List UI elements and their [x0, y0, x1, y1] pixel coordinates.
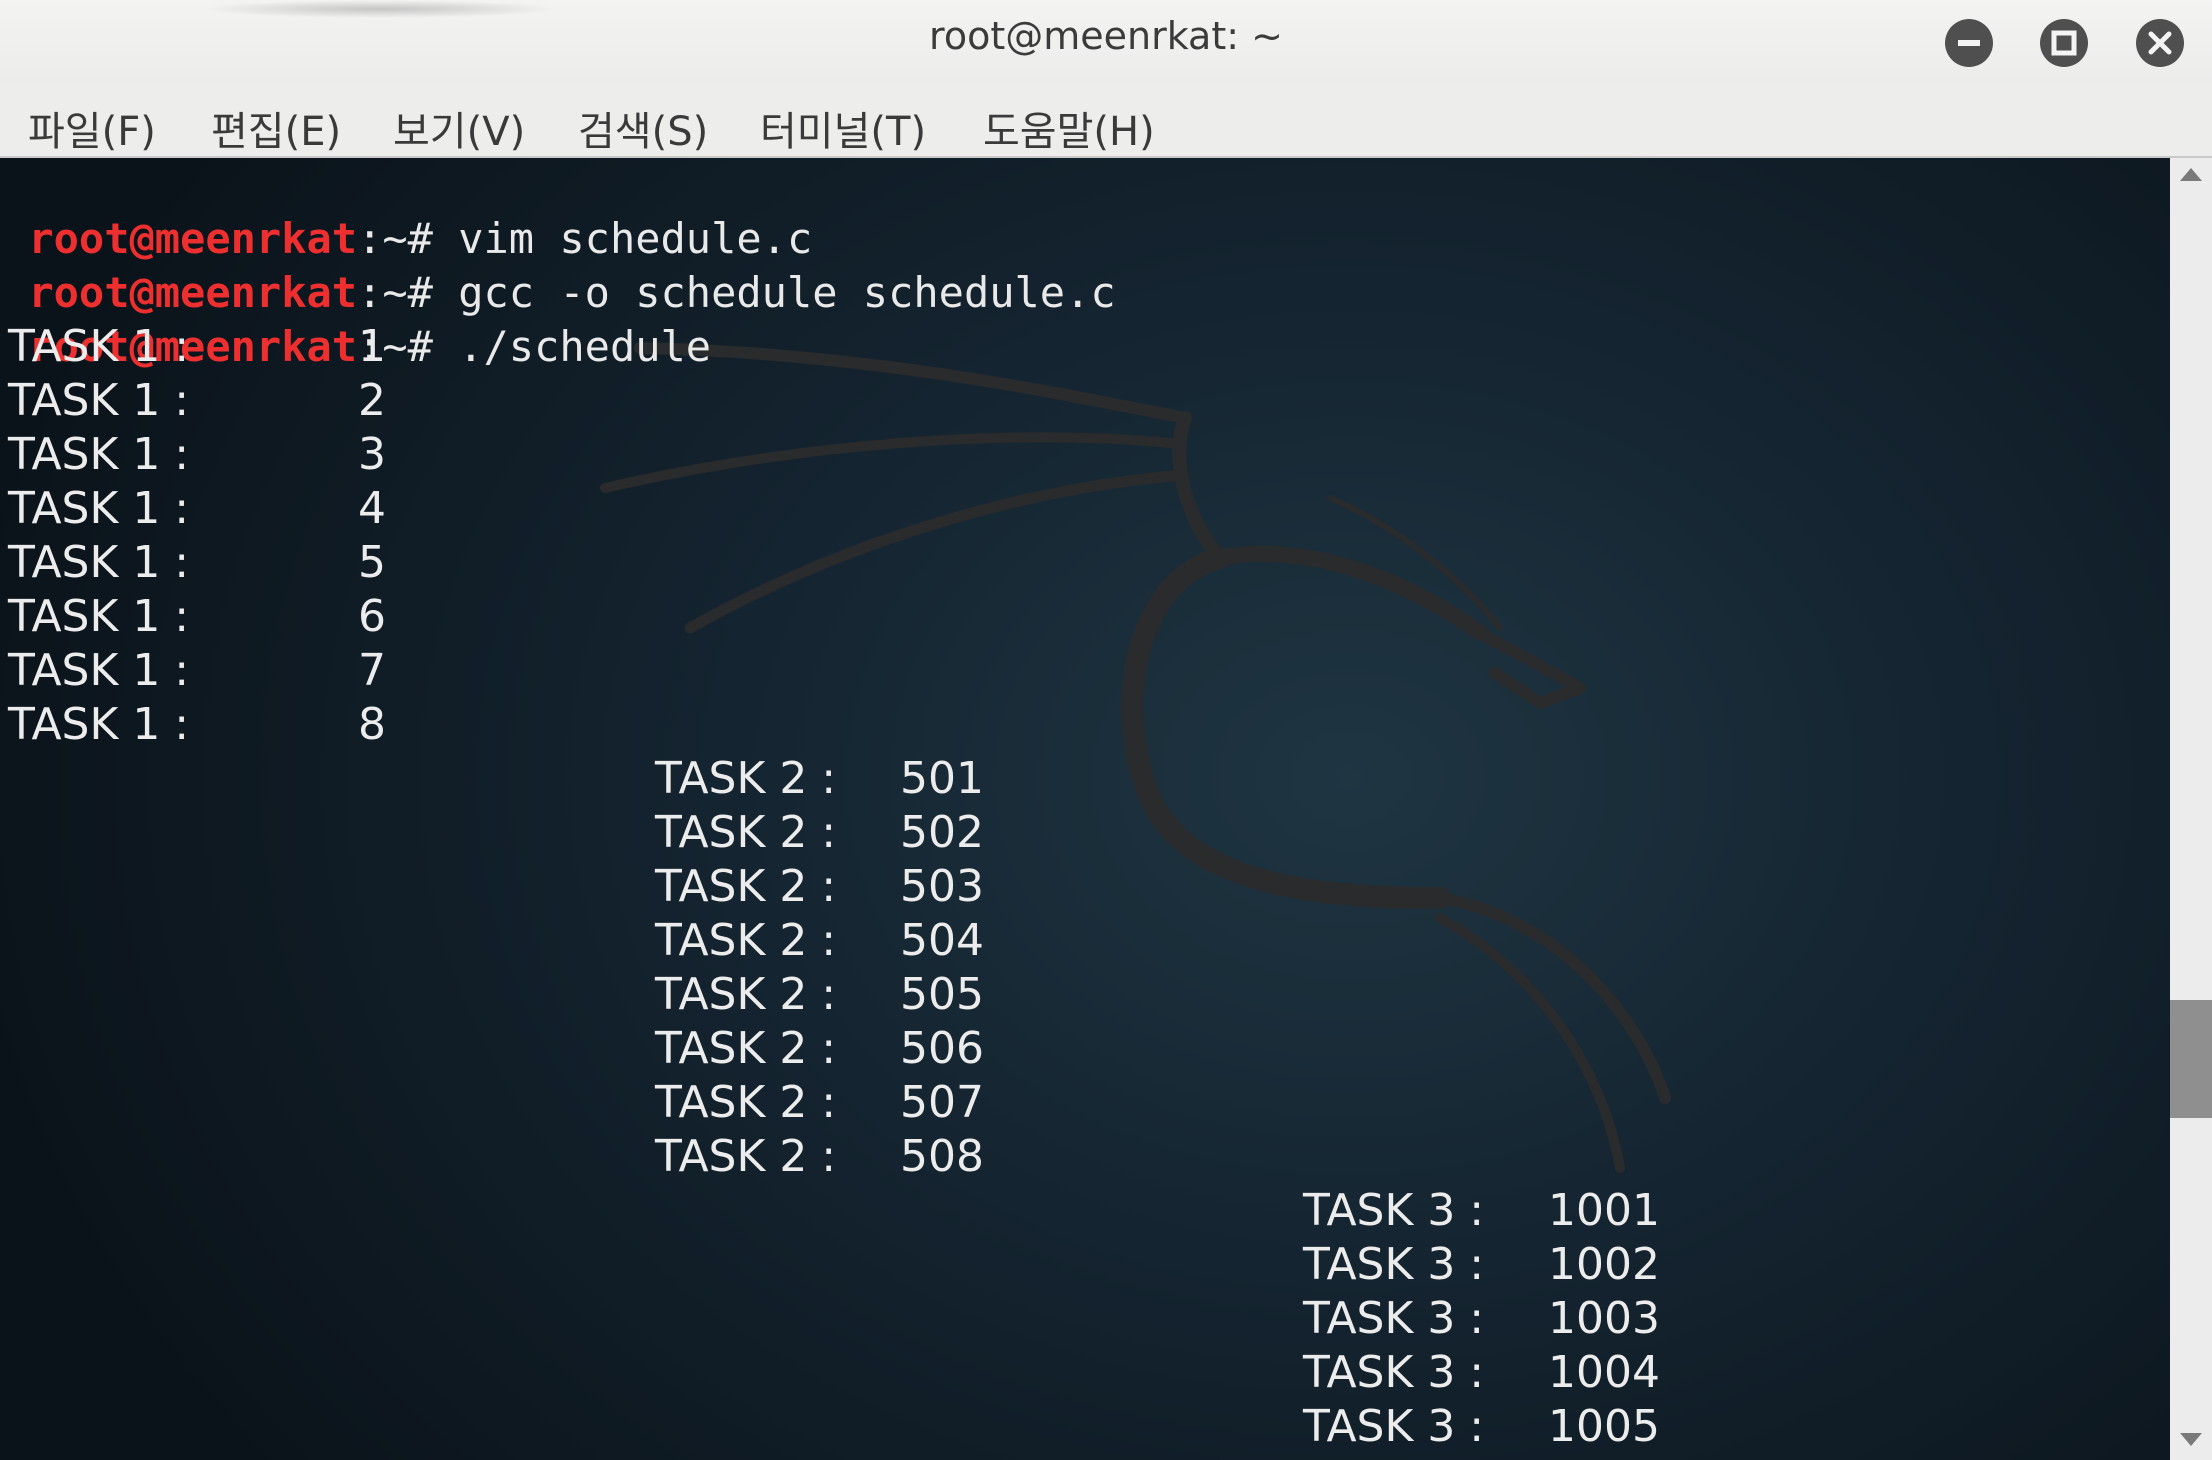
task-value: 503 [900, 861, 984, 912]
task-value: 1001 [1548, 1185, 1660, 1236]
task-label: TASK 2 : [655, 807, 837, 858]
menu-terminal[interactable]: 터미널(T) [760, 99, 926, 157]
menu-bar: 파일(F) 편집(E) 보기(V) 검색(S) 터미널(T) 도움말(H) [0, 85, 2212, 158]
task-label: TASK 3 : [1303, 1401, 1485, 1452]
task-value: 1002 [1548, 1239, 1660, 1290]
maximize-button[interactable] [2040, 19, 2088, 67]
task-label: TASK 3 : [1303, 1239, 1485, 1290]
task-label: TASK 3 : [1303, 1347, 1485, 1398]
window-titlebar[interactable]: root@meenrkat: ~ [0, 0, 2212, 85]
terminal-output[interactable]: root@meenrkat:~# vim schedule.c root@mee… [0, 158, 2170, 1460]
task-value: 507 [900, 1077, 984, 1128]
task-value: 2 [358, 375, 386, 426]
task-value: 506 [900, 1023, 984, 1074]
task-value: 8 [358, 699, 386, 750]
task-label: TASK 1 : [8, 375, 190, 426]
task-label: TASK 1 : [8, 591, 190, 642]
task-label: TASK 1 : [8, 483, 190, 534]
task-label: TASK 1 : [8, 429, 190, 480]
close-icon [2148, 31, 2172, 55]
task-value: 5 [358, 537, 386, 588]
command-text: ./schedule [432, 322, 712, 371]
task-value: 3 [358, 429, 386, 480]
task-label: TASK 1 : [8, 645, 190, 696]
task-value: 6 [358, 591, 386, 642]
task-label: TASK 2 : [655, 1023, 837, 1074]
task-value: 1005 [1548, 1401, 1660, 1452]
menu-search[interactable]: 검색(S) [578, 99, 708, 157]
task-value: 1 [358, 321, 386, 372]
minimize-icon [1958, 40, 1980, 46]
task-label: TASK 2 : [655, 861, 837, 912]
scroll-up-arrow-icon[interactable] [2180, 168, 2202, 181]
task-label: TASK 2 : [655, 1077, 837, 1128]
task-value: 508 [900, 1131, 984, 1182]
task-label: TASK 2 : [655, 753, 837, 804]
scrollbar-thumb[interactable] [2170, 1000, 2212, 1118]
task-value: 502 [900, 807, 984, 858]
task-label: TASK 1 : [8, 699, 190, 750]
menu-view[interactable]: 보기(V) [393, 99, 525, 157]
task-value: 505 [900, 969, 984, 1020]
close-button[interactable] [2136, 19, 2184, 67]
scroll-down-arrow-icon[interactable] [2180, 1433, 2202, 1446]
task-label: TASK 2 : [655, 915, 837, 966]
task-value: 4 [358, 483, 386, 534]
window-title: root@meenrkat: ~ [929, 14, 1283, 58]
task-value: 1003 [1548, 1293, 1660, 1344]
menu-file[interactable]: 파일(F) [28, 99, 156, 157]
task-value: 7 [358, 645, 386, 696]
command-line: root@meenrkat:~# vim schedule.c [8, 158, 812, 263]
minimize-button[interactable] [1945, 19, 1993, 67]
task-value: 1004 [1548, 1347, 1660, 1398]
task-label: TASK 3 : [1303, 1293, 1485, 1344]
task-label: TASK 1 : [8, 537, 190, 588]
vertical-scrollbar[interactable] [2170, 158, 2212, 1460]
task-value: 501 [900, 753, 984, 804]
task-label: TASK 3 : [1303, 1185, 1485, 1236]
task-label: TASK 1 : [8, 321, 190, 372]
task-label: TASK 2 : [655, 1131, 837, 1182]
command-line: root@meenrkat:~# gcc -o schedule schedul… [8, 212, 1115, 317]
menu-help[interactable]: 도움말(H) [983, 99, 1155, 157]
command-line: root@meenrkat:~# ./schedule [8, 266, 711, 371]
maximize-icon [2051, 30, 2077, 56]
task-value: 504 [900, 915, 984, 966]
menu-edit[interactable]: 편집(E) [211, 99, 341, 157]
task-label: TASK 2 : [655, 969, 837, 1020]
